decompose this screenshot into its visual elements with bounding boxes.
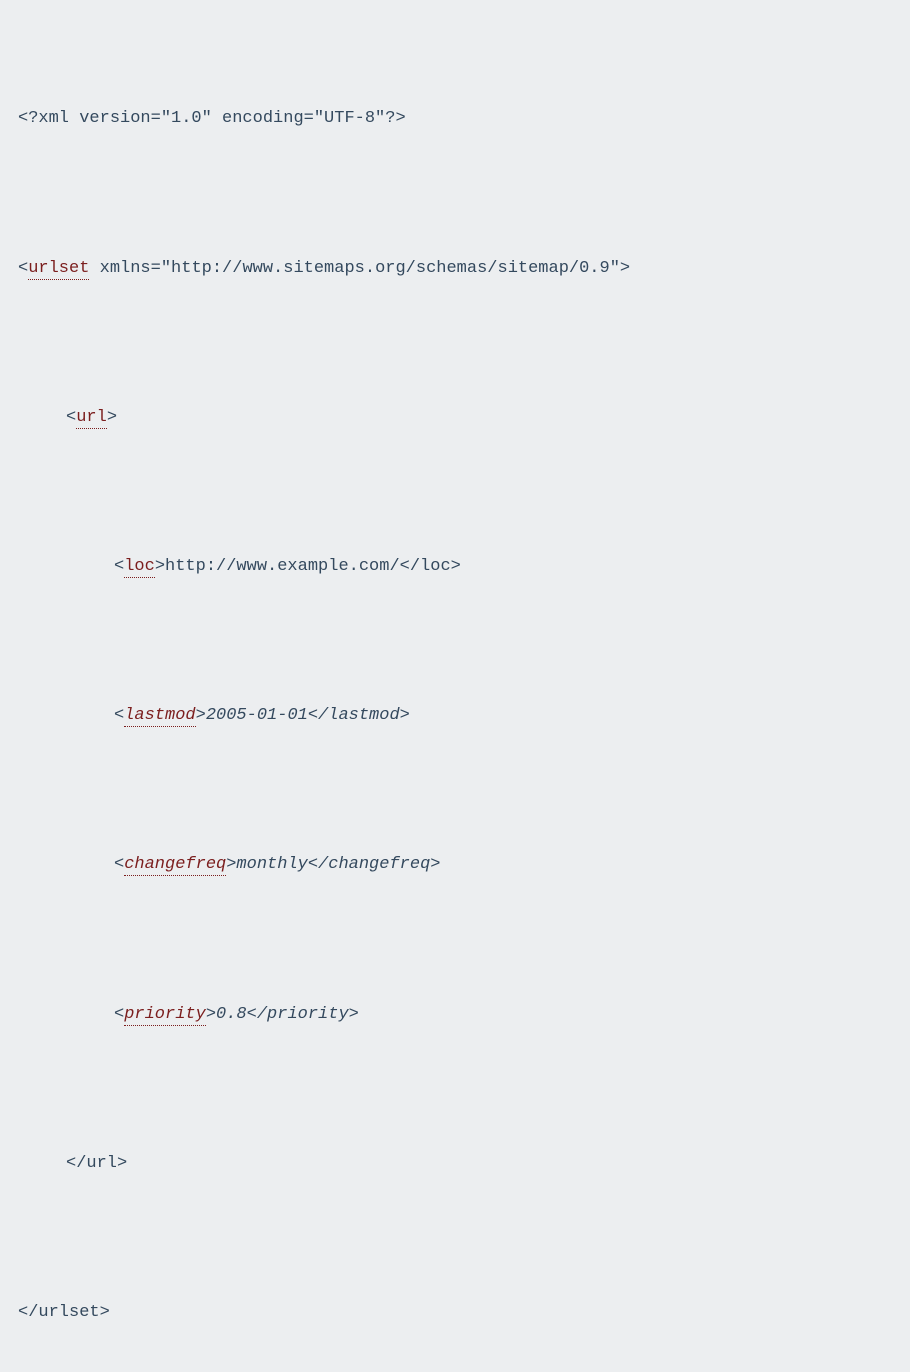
lastmod-content: >2005-01-01</lastmod>: [196, 706, 410, 725]
urlset-close-line: </urlset>: [18, 1301, 892, 1325]
bracket-open: <: [114, 557, 124, 576]
urlset-attrs: xmlns="http://www.sitemaps.org/schemas/s…: [89, 259, 630, 278]
changefreq-line: <changefreq>monthly</changefreq>: [114, 853, 892, 877]
bracket-open: <: [66, 408, 76, 427]
urlset-open-line: <urlset xmlns="http://www.sitemaps.org/s…: [18, 257, 892, 281]
xml-prolog-line: <?xml version="1.0" encoding="UTF-8"?>: [18, 107, 892, 131]
bracket-open: <: [114, 855, 124, 874]
url-open-line: <url>: [66, 406, 892, 430]
priority-tag-link[interactable]: priority: [124, 1005, 206, 1026]
bracket-open: <: [114, 1005, 124, 1024]
lastmod-tag-link[interactable]: lastmod: [124, 706, 195, 727]
changefreq-content: >monthly</changefreq>: [226, 855, 440, 874]
priority-line: <priority>0.8</priority>: [114, 1003, 892, 1027]
loc-tag-link[interactable]: loc: [124, 557, 155, 578]
urlset-tag-link[interactable]: urlset: [28, 259, 89, 280]
bracket-close: >: [107, 408, 117, 427]
priority-content: >0.8</priority>: [206, 1005, 359, 1024]
changefreq-tag-link[interactable]: changefreq: [124, 855, 226, 876]
loc-content: >http://www.example.com/</loc>: [155, 557, 461, 576]
bracket-open: <: [18, 259, 28, 278]
lastmod-line: <lastmod>2005-01-01</lastmod>: [114, 704, 892, 728]
loc-line: <loc>http://www.example.com/</loc>: [114, 555, 892, 579]
bracket-open: <: [114, 706, 124, 725]
url-tag-link[interactable]: url: [76, 408, 107, 429]
url-close-line: </url>: [66, 1152, 892, 1176]
xml-code-block: <?xml version="1.0" encoding="UTF-8"?> <…: [18, 36, 892, 1372]
